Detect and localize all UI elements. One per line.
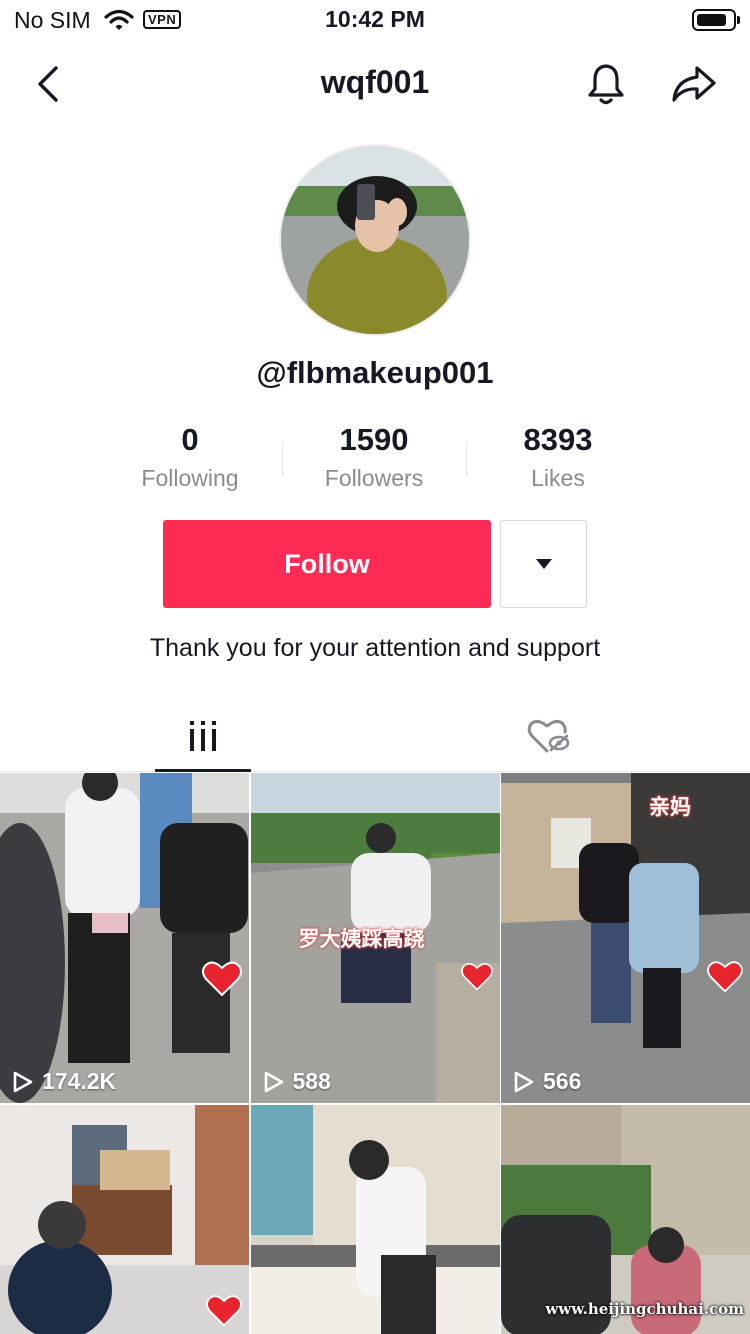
battery-icon (692, 9, 740, 31)
follow-button[interactable]: Follow (163, 520, 491, 608)
stat-following[interactable]: 0 Following (98, 420, 282, 500)
video-caption: 罗大姨踩高跷 (298, 928, 425, 951)
video-thumbnail-2[interactable]: 罗大姨踩高跷 588 (250, 773, 500, 1103)
video-frame (250, 1105, 500, 1334)
view-count: 566 (513, 1068, 581, 1095)
tab-liked-videos[interactable] (500, 700, 596, 772)
avatar-photo (281, 146, 469, 334)
video-frame (0, 773, 249, 1103)
caret-down-icon (535, 559, 552, 569)
video-thumbnail-5[interactable] (250, 1105, 500, 1334)
watermark-text: www.heijingchuhai.com (545, 1300, 744, 1318)
page-title: wqf001 (320, 64, 430, 100)
stat-value: 0 (181, 422, 199, 457)
nav-bar: wqf001 (0, 44, 750, 124)
tab-indicator (155, 769, 251, 772)
video-grid: 174.2K 罗大姨踩高跷 588 亲妈 566 www.heijingchuh… (0, 773, 750, 1334)
heart-sticker-icon (206, 1295, 242, 1327)
heart-sticker-icon (460, 963, 493, 991)
video-frame (501, 773, 750, 1103)
suggested-accounts-button[interactable] (500, 520, 587, 608)
bell-icon (588, 64, 624, 105)
view-count-label: 174.2K (42, 1068, 117, 1094)
stat-label: Likes (531, 465, 585, 491)
stat-likes[interactable]: 8393 Likes (466, 420, 650, 500)
profile-stats: 0 Following 1590 Followers 8393 Likes (98, 420, 650, 500)
stat-label: Followers (324, 465, 424, 491)
heart-sticker-icon (707, 961, 743, 993)
battery-level (697, 14, 726, 26)
avatar[interactable] (279, 144, 471, 336)
video-caption: 亲妈 (649, 796, 691, 819)
stat-label: Following (141, 465, 239, 491)
stat-value: 8393 (523, 422, 593, 457)
stat-followers[interactable]: 1590 Followers (282, 420, 466, 500)
play-icon (264, 1071, 283, 1092)
tab-videos[interactable] (155, 700, 251, 772)
video-thumbnail-6[interactable]: www.heijingchuhai.com (501, 1105, 750, 1334)
view-count: 174.2K (12, 1068, 116, 1095)
status-time: 10:42 PM (325, 6, 425, 32)
video-thumbnail-3[interactable]: 亲妈 566 (501, 773, 750, 1103)
username-handle: @flbmakeup001 (256, 355, 494, 390)
profile-bio: Thank you for your attention and support (149, 634, 601, 662)
video-thumbnail-1[interactable]: 174.2K (0, 773, 249, 1103)
heart-sticker-icon (202, 961, 242, 997)
play-icon (13, 1071, 33, 1092)
stat-value: 1590 (339, 422, 409, 457)
view-count: 588 (263, 1068, 331, 1095)
share-button[interactable] (670, 60, 718, 108)
hidden-heart-icon (527, 719, 570, 753)
play-icon (514, 1071, 534, 1092)
share-arrow-icon (672, 66, 716, 102)
view-count-label: 588 (292, 1068, 331, 1094)
status-bar: No SIM VPN 10:42 PM (0, 0, 750, 40)
grid-lines-icon (190, 721, 216, 751)
notification-button[interactable] (582, 60, 630, 108)
view-count-label: 566 (543, 1068, 582, 1094)
video-thumbnail-4[interactable] (0, 1105, 249, 1334)
profile-tabs (0, 700, 750, 772)
